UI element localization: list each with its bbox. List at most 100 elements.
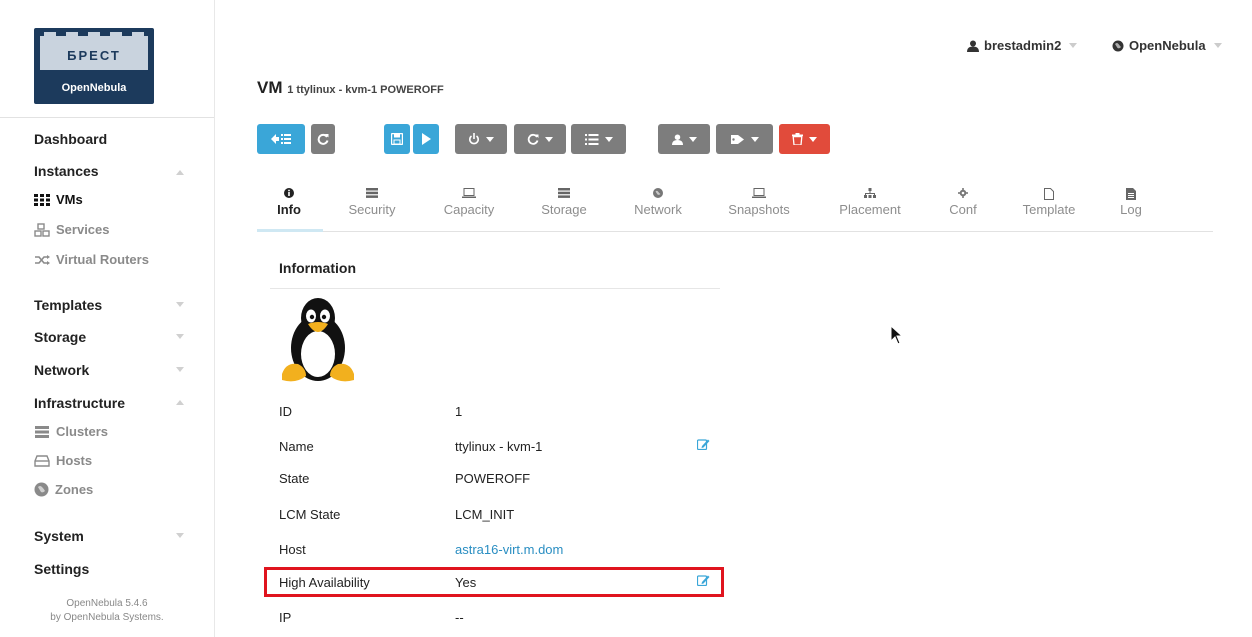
- row-value: 1: [455, 404, 463, 419]
- tab-label: Capacity: [443, 202, 495, 217]
- sidebar-item-storage[interactable]: Storage: [34, 329, 86, 345]
- sidebar-item-infrastructure[interactable]: Infrastructure: [34, 395, 125, 411]
- storage-expand-icon[interactable]: [176, 334, 184, 339]
- instances-collapse-icon[interactable]: [176, 170, 184, 175]
- sidebar-item-label: Hosts: [56, 453, 93, 468]
- templates-expand-icon[interactable]: [176, 302, 184, 307]
- system-expand-icon[interactable]: [176, 533, 184, 538]
- sidebar-item-virtual-routers[interactable]: Virtual Routers: [34, 252, 149, 267]
- sidebar-item-label: VMs: [56, 192, 83, 207]
- back-to-list-button[interactable]: [257, 124, 305, 154]
- sidebar-item-services[interactable]: Services: [34, 222, 110, 237]
- sidebar-item-network[interactable]: Network: [34, 362, 89, 378]
- zone-name: OpenNebula: [1129, 38, 1206, 53]
- chevron-down-icon: [750, 136, 759, 142]
- tab-snapshots[interactable]: Snapshots: [720, 188, 798, 232]
- refresh-button[interactable]: [311, 124, 335, 154]
- linux-tux-logo: [282, 298, 354, 382]
- user-icon: [671, 133, 683, 145]
- tab-conf[interactable]: Conf: [940, 188, 986, 232]
- power-icon: [469, 133, 479, 145]
- sidebar-item-hosts[interactable]: Hosts: [34, 453, 92, 468]
- hdd-icon: [34, 454, 50, 467]
- chevron-down-icon: [604, 136, 613, 142]
- row-label: State: [279, 471, 310, 486]
- tab-label: Network: [634, 202, 682, 217]
- mouse-cursor-icon: [890, 325, 904, 345]
- row-value: POWEROFF: [455, 471, 531, 486]
- sidebar-item-label: Clusters: [56, 424, 109, 439]
- row-label: Host: [279, 542, 306, 557]
- sidebar-item-templates[interactable]: Templates: [34, 297, 102, 313]
- version-text: OpenNebula 5.4.6: [66, 598, 148, 609]
- host-link[interactable]: astra16-virt.m.dom: [455, 542, 563, 557]
- tab-label: Info: [277, 202, 301, 217]
- sidebar-item-zones[interactable]: Zones: [34, 482, 93, 497]
- sidebar-item-instances[interactable]: Instances: [34, 163, 99, 179]
- sidebar-item-vms[interactable]: VMs: [34, 192, 83, 207]
- brest-logo[interactable]: БРЕСТ OpenNebula: [34, 28, 154, 104]
- row-value: ttylinux - kvm-1: [455, 439, 543, 454]
- sidebar-item-settings[interactable]: Settings: [34, 561, 89, 577]
- info-row-name: Name ttylinux - kvm-1: [270, 433, 720, 461]
- sitemap-icon: [830, 188, 910, 202]
- information-divider: [270, 288, 720, 289]
- labels-menu-button[interactable]: [716, 124, 773, 154]
- file-icon: [1012, 188, 1086, 202]
- logo-subtitle: OpenNebula: [61, 82, 127, 94]
- globe-icon: [1112, 40, 1124, 51]
- tab-log[interactable]: Log: [1114, 188, 1148, 232]
- refresh-icon: [317, 133, 329, 145]
- row-label: IP: [279, 610, 292, 625]
- tab-placement[interactable]: Placement: [830, 188, 910, 232]
- server-icon: [340, 188, 404, 202]
- globe-icon: [626, 188, 690, 202]
- tab-label: Snapshots: [728, 202, 790, 217]
- chevron-down-icon: [809, 136, 817, 142]
- tab-info[interactable]: Info: [262, 188, 316, 232]
- row-value: --: [455, 610, 464, 625]
- edit-icon[interactable]: [696, 438, 710, 451]
- tab-template[interactable]: Template: [1012, 188, 1086, 232]
- play-icon: [422, 133, 431, 145]
- infrastructure-collapse-icon[interactable]: [176, 400, 184, 405]
- user-icon: [967, 40, 979, 52]
- sidebar-item-dashboard[interactable]: Dashboard: [34, 131, 107, 147]
- power-menu-button[interactable]: [455, 124, 507, 154]
- logo-title: БРЕСТ: [67, 48, 121, 63]
- page-title: VM 1 ttylinux - kvm-1 POWEROFF: [257, 78, 444, 98]
- zone-menu[interactable]: OpenNebula: [1112, 38, 1222, 53]
- sidebar-item-clusters[interactable]: Clusters: [34, 424, 108, 439]
- info-row-lcm-state: LCM State LCM_INIT: [270, 501, 720, 529]
- info-row-id: ID 1: [270, 398, 720, 426]
- trash-icon: [792, 133, 803, 145]
- repeat-icon: [527, 133, 539, 145]
- tab-label: Storage: [541, 202, 587, 217]
- chevron-down-icon: [545, 136, 553, 142]
- tab-storage[interactable]: Storage: [532, 188, 596, 232]
- vendor-text: by OpenNebula Systems.: [50, 612, 164, 623]
- tab-security[interactable]: Security: [340, 188, 404, 232]
- tag-icon: [730, 134, 744, 144]
- row-label: ID: [279, 404, 292, 419]
- tab-capacity[interactable]: Capacity: [434, 188, 504, 232]
- chevron-down-icon: [688, 136, 697, 142]
- sidebar-divider: [0, 117, 214, 118]
- sidebar-item-system[interactable]: System: [34, 528, 84, 544]
- user-menu[interactable]: brestadmin2: [967, 38, 1078, 53]
- sidebar-item-label: Zones: [55, 482, 94, 497]
- change-owner-menu-button[interactable]: [658, 124, 710, 154]
- tab-network[interactable]: Network: [626, 188, 690, 232]
- reboot-menu-button[interactable]: [514, 124, 566, 154]
- file-text-icon: [1114, 188, 1148, 202]
- chevron-down-icon: [1069, 43, 1078, 48]
- play-button[interactable]: [413, 124, 439, 154]
- vms-grid-icon: [34, 193, 50, 206]
- floppy-disk-icon: [391, 133, 403, 145]
- sidebar-item-label: Services: [56, 222, 110, 237]
- tab-label: Template: [1022, 202, 1076, 217]
- save-button[interactable]: [384, 124, 410, 154]
- actions-list-menu-button[interactable]: [571, 124, 626, 154]
- network-expand-icon[interactable]: [176, 367, 184, 372]
- delete-menu-button[interactable]: [779, 124, 830, 154]
